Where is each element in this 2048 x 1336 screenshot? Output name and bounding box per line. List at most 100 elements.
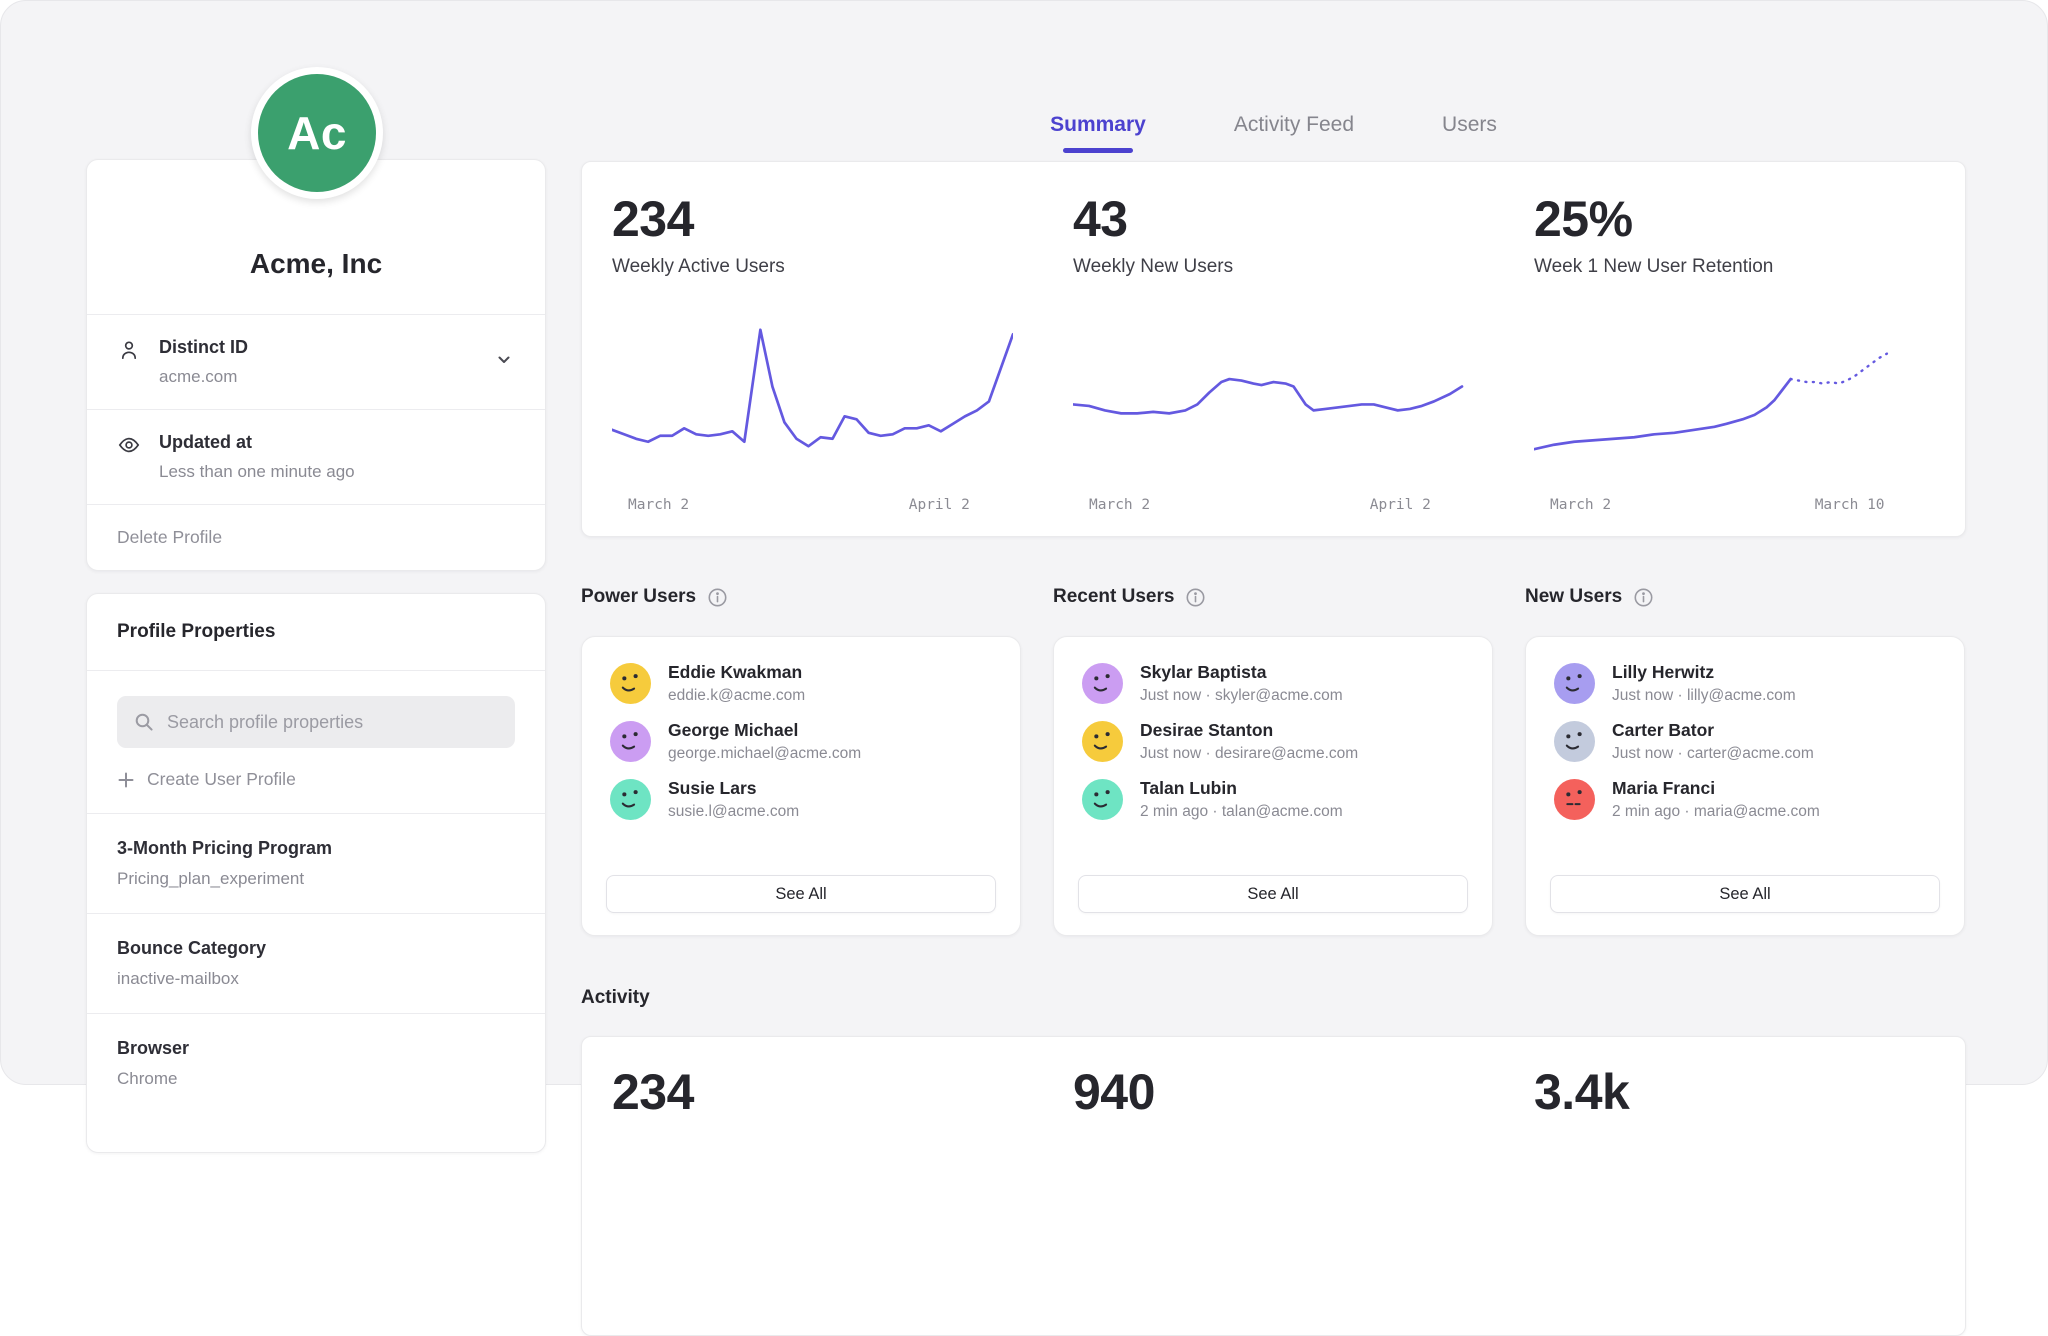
create-user-profile-button[interactable]: Create User Profile (117, 769, 515, 790)
x-tick-end: March 10 (1815, 497, 1885, 513)
user-detail: Just now · desirare@acme.com (1140, 745, 1358, 763)
property-row: Browser Chrome (87, 1013, 545, 1113)
company-profile-card: Acme, Inc Distinct ID acme.com (86, 159, 546, 571)
face-avatar-icon (610, 721, 651, 762)
tab-users-label: Users (1442, 113, 1497, 136)
user-name: Talan Lubin (1140, 778, 1343, 799)
distinct-id-label: Distinct ID (159, 337, 481, 358)
x-tick-start: March 2 (1089, 497, 1150, 513)
property-value: inactive-mailbox (117, 969, 515, 989)
user-list-item[interactable]: Maria Franci 2 min ago · maria@acme.com (1554, 778, 1936, 821)
user-detail: george.michael@acme.com (668, 745, 861, 763)
info-icon[interactable] (707, 587, 728, 608)
x-tick-start: March 2 (628, 497, 689, 513)
user-name: Susie Lars (668, 778, 799, 799)
face-avatar-icon (1082, 663, 1123, 704)
create-user-profile-label: Create User Profile (147, 769, 296, 790)
power-users-card: Eddie Kwakman eddie.k@acme.com George Mi… (581, 636, 1021, 936)
user-list-item[interactable]: Carter Bator Just now · carter@acme.com (1554, 720, 1936, 763)
user-detail: eddie.k@acme.com (668, 687, 805, 705)
activity-stat-value: 3.4k (1534, 1063, 1935, 1121)
user-name: Lilly Herwitz (1612, 662, 1796, 683)
property-row: Bounce Category inactive-mailbox (87, 913, 545, 1013)
retention-chart (1534, 318, 1935, 483)
tab-summary[interactable]: Summary (1050, 113, 1146, 153)
face-avatar-icon (1554, 663, 1595, 704)
user-detail: 2 min ago · maria@acme.com (1612, 803, 1820, 821)
profile-properties-card: Profile Properties Create User Profile 3… (86, 593, 546, 1153)
user-list-item[interactable]: Lilly Herwitz Just now · lilly@acme.com (1554, 662, 1936, 705)
see-all-button[interactable]: See All (1550, 875, 1940, 913)
weekly-active-users-value: 234 (612, 190, 1013, 248)
summary-stats-card: 234 Weekly Active Users March 2 April 2 … (581, 161, 1966, 537)
profile-properties-title: Profile Properties (87, 594, 545, 671)
user-name: Maria Franci (1612, 778, 1820, 799)
updated-at-row: Updated at Less than one minute ago (87, 409, 545, 504)
activity-card: 234 940 3.4k (581, 1036, 1966, 1336)
face-avatar-icon (1082, 779, 1123, 820)
new-users-header: New Users (1525, 586, 1654, 608)
info-icon[interactable] (1633, 587, 1654, 608)
property-row: 3-Month Pricing Program Pricing_plan_exp… (87, 813, 545, 913)
user-name: Desirae Stanton (1140, 720, 1358, 741)
distinct-id-row: Distinct ID acme.com (87, 314, 545, 409)
recent-users-header: Recent Users (1053, 586, 1206, 608)
weekly-new-users-label: Weekly New Users (1073, 256, 1474, 278)
user-list-item[interactable]: Susie Lars susie.l@acme.com (610, 778, 992, 821)
tab-activity-feed[interactable]: Activity Feed (1234, 113, 1354, 153)
company-avatar-ring: Ac (251, 67, 383, 199)
user-detail: 2 min ago · talan@acme.com (1140, 803, 1343, 821)
user-list-item[interactable]: Skylar Baptista Just now · skyler@acme.c… (1082, 662, 1464, 705)
property-value: Chrome (117, 1069, 515, 1089)
user-name: George Michael (668, 720, 861, 741)
x-tick-end: April 2 (1370, 497, 1431, 513)
recent-users-card: Skylar Baptista Just now · skyler@acme.c… (1053, 636, 1493, 936)
retention-label: Week 1 New User Retention (1534, 256, 1935, 278)
tab-summary-label: Summary (1050, 113, 1146, 136)
active-tab-underline (1063, 148, 1134, 153)
user-detail: Just now · lilly@acme.com (1612, 687, 1796, 705)
recent-users-title: Recent Users (1053, 586, 1174, 608)
power-users-title: Power Users (581, 586, 696, 608)
tab-activity-feed-label: Activity Feed (1234, 113, 1354, 136)
delete-profile-button[interactable]: Delete Profile (87, 504, 545, 570)
see-all-button[interactable]: See All (1078, 875, 1468, 913)
x-tick-end: April 2 (909, 497, 970, 513)
x-axis-ticks: March 2 April 2 (612, 497, 1013, 519)
chevron-down-icon (493, 349, 515, 376)
company-avatar: Ac (258, 74, 376, 192)
distinct-id-expand-button[interactable] (481, 349, 515, 376)
weekly-active-users-column: 234 Weekly Active Users March 2 April 2 (582, 162, 1043, 536)
face-avatar-icon (610, 779, 651, 820)
user-list-item[interactable]: Eddie Kwakman eddie.k@acme.com (610, 662, 992, 705)
new-users-title: New Users (1525, 586, 1622, 608)
property-label: Bounce Category (117, 938, 515, 959)
activity-section-title: Activity (581, 987, 650, 1009)
tab-bar: Summary Activity Feed Users (581, 113, 1966, 153)
user-name: Carter Bator (1612, 720, 1814, 741)
weekly-active-users-label: Weekly Active Users (612, 256, 1013, 278)
x-axis-ticks: March 2 April 2 (1073, 497, 1474, 519)
company-profile-page: Ac Acme, Inc Distinct ID acme.com (0, 0, 2048, 1085)
weekly-new-users-column: 43 Weekly New Users March 2 April 2 (1043, 162, 1504, 536)
eye-icon (117, 433, 159, 457)
user-list-item[interactable]: Desirae Stanton Just now · desirare@acme… (1082, 720, 1464, 763)
user-name: Eddie Kwakman (668, 662, 805, 683)
face-avatar-icon (1554, 779, 1595, 820)
retention-column: 25% Week 1 New User Retention March 2 Ma… (1504, 162, 1965, 536)
search-input[interactable] (167, 712, 499, 733)
power-users-header: Power Users (581, 586, 728, 608)
see-all-button[interactable]: See All (606, 875, 996, 913)
profile-properties-search[interactable] (117, 696, 515, 748)
user-list-item[interactable]: George Michael george.michael@acme.com (610, 720, 992, 763)
tab-users[interactable]: Users (1442, 113, 1497, 153)
user-list-item[interactable]: Talan Lubin 2 min ago · talan@acme.com (1082, 778, 1464, 821)
updated-at-label: Updated at (159, 432, 481, 453)
info-icon[interactable] (1185, 587, 1206, 608)
face-avatar-icon (1554, 721, 1595, 762)
user-detail: Just now · skyler@acme.com (1140, 687, 1343, 705)
user-detail: Just now · carter@acme.com (1612, 745, 1814, 763)
weekly-active-users-chart (612, 318, 1013, 483)
user-detail: susie.l@acme.com (668, 803, 799, 821)
plus-icon (117, 771, 135, 789)
